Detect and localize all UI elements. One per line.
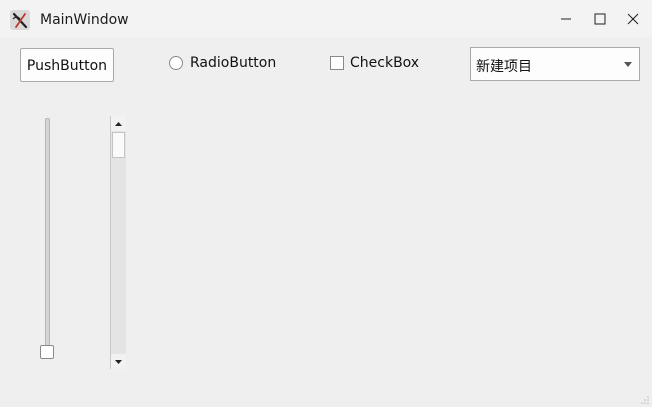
- vertical-slider[interactable]: [40, 118, 54, 360]
- scroll-up-button[interactable]: [111, 116, 126, 131]
- qt-creator-icon: [10, 10, 30, 30]
- size-grip-icon[interactable]: [640, 395, 650, 405]
- close-button[interactable]: [616, 0, 650, 38]
- arrow-down-icon: [115, 359, 122, 364]
- push-button[interactable]: PushButton: [20, 48, 114, 82]
- vertical-scrollbar[interactable]: [110, 116, 126, 369]
- window-title: MainWindow: [40, 12, 129, 28]
- scroll-down-button[interactable]: [111, 354, 126, 369]
- checkbox-indicator[interactable]: [330, 56, 344, 70]
- main-window: MainWindow PushButton RadioButton CheckB…: [0, 0, 652, 407]
- combo-box-value: 新建项目: [476, 59, 532, 75]
- minimize-icon: [561, 18, 571, 20]
- scrollbar-thumb[interactable]: [112, 132, 125, 158]
- close-icon: [627, 13, 639, 25]
- slider-handle[interactable]: [40, 345, 54, 359]
- radio-button-label: RadioButton: [190, 55, 277, 71]
- radio-button[interactable]: RadioButton: [169, 54, 276, 72]
- maximize-button[interactable]: [583, 0, 617, 38]
- minimize-button[interactable]: [549, 0, 583, 38]
- slider-groove: [45, 118, 50, 356]
- radio-indicator[interactable]: [169, 56, 183, 70]
- checkbox[interactable]: CheckBox: [330, 54, 419, 72]
- checkbox-label: CheckBox: [350, 55, 420, 71]
- title-bar[interactable]: MainWindow: [0, 0, 652, 38]
- arrow-up-icon: [115, 121, 122, 126]
- maximize-icon: [594, 13, 606, 25]
- chevron-down-icon: [624, 62, 632, 67]
- combo-box[interactable]: 新建项目: [470, 47, 640, 81]
